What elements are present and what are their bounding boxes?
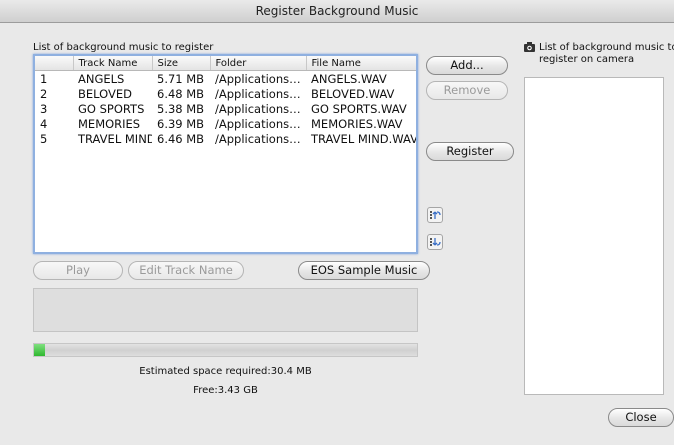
row-folder: /Applications… — [215, 101, 301, 116]
row-index: 4 — [40, 116, 48, 131]
close-button[interactable]: Close — [608, 408, 674, 427]
estimated-space-label: Estimated space required:30.4 MB — [139, 366, 312, 377]
row-folder: /Applications… — [215, 86, 301, 101]
column-header-track-name[interactable]: Track Name — [73, 56, 153, 71]
eos-sample-music-button[interactable]: EOS Sample Music — [298, 261, 430, 280]
row-index: 3 — [40, 101, 48, 116]
row-track-name: BELOVED — [78, 86, 132, 101]
row-index: 5 — [40, 131, 48, 146]
play-button[interactable]: Play — [33, 261, 123, 280]
free-space-label: Free:3.43 GB — [193, 385, 258, 396]
camera-icon — [524, 42, 535, 52]
register-list-label: List of background music to register — [33, 42, 214, 53]
track-info-box — [33, 288, 418, 332]
row-file-name: MEMORIES.WAV — [311, 116, 403, 131]
row-size: 5.38 MB — [157, 101, 205, 116]
row-folder: /Applications… — [215, 116, 301, 131]
camera-music-list[interactable] — [524, 77, 664, 395]
table-row[interactable]: 1 ANGELS 5.71 MB /Applications… ANGELS.W… — [35, 71, 416, 87]
window-title: Register Background Music — [255, 4, 419, 18]
camera-list-label-line1: List of background music to — [539, 42, 674, 53]
row-file-name: ANGELS.WAV — [311, 71, 387, 86]
add-button[interactable]: Add... — [426, 56, 508, 75]
column-header-file-name[interactable]: File Name — [306, 56, 416, 71]
table-row[interactable]: 3 GO SPORTS 5.38 MB /Applications… GO SP… — [35, 101, 416, 116]
row-index: 2 — [40, 86, 48, 101]
row-folder: /Applications… — [215, 71, 301, 86]
register-button[interactable]: Register — [426, 142, 514, 161]
row-index: 1 — [40, 71, 48, 86]
column-header-size[interactable]: Size — [152, 56, 211, 71]
row-size: 6.39 MB — [157, 116, 205, 131]
move-up-icon — [430, 211, 441, 219]
column-header-folder[interactable]: Folder — [210, 56, 307, 71]
row-size: 6.48 MB — [157, 86, 205, 101]
move-up-button[interactable] — [427, 207, 443, 223]
space-progress-bar — [33, 343, 418, 357]
window-title-bar: Register Background Music — [0, 0, 674, 23]
table-row[interactable]: 5 TRAVEL MIND 6.46 MB /Applications… TRA… — [35, 131, 416, 146]
row-track-name: MEMORIES — [78, 116, 141, 131]
camera-list-label-line2: register on camera — [539, 54, 635, 65]
column-header-index[interactable] — [35, 56, 74, 71]
row-file-name: GO SPORTS.WAV — [311, 101, 407, 116]
table-header-row: Track Name Size Folder File Name — [35, 56, 416, 71]
row-file-name: TRAVEL MIND.WAV — [311, 131, 416, 146]
row-track-name: ANGELS — [78, 71, 125, 86]
row-track-name: TRAVEL MIND — [78, 131, 152, 146]
space-progress-fill — [34, 344, 46, 356]
move-down-button[interactable] — [427, 234, 443, 250]
edit-track-name-button[interactable]: Edit Track Name — [128, 261, 244, 280]
remove-button[interactable]: Remove — [426, 81, 508, 100]
row-file-name: BELOVED.WAV — [311, 86, 395, 101]
row-size: 6.46 MB — [157, 131, 205, 146]
track-list[interactable]: Track Name Size Folder File Name 1 ANGEL… — [33, 54, 418, 254]
row-folder: /Applications… — [215, 131, 301, 146]
move-down-icon — [430, 238, 441, 246]
row-size: 5.71 MB — [157, 71, 205, 86]
row-track-name: GO SPORTS — [78, 101, 145, 116]
track-table: Track Name Size Folder File Name 1 ANGEL… — [35, 56, 416, 146]
table-row[interactable]: 4 MEMORIES 6.39 MB /Applications… MEMORI… — [35, 116, 416, 131]
table-row[interactable]: 2 BELOVED 6.48 MB /Applications… BELOVED… — [35, 86, 416, 101]
